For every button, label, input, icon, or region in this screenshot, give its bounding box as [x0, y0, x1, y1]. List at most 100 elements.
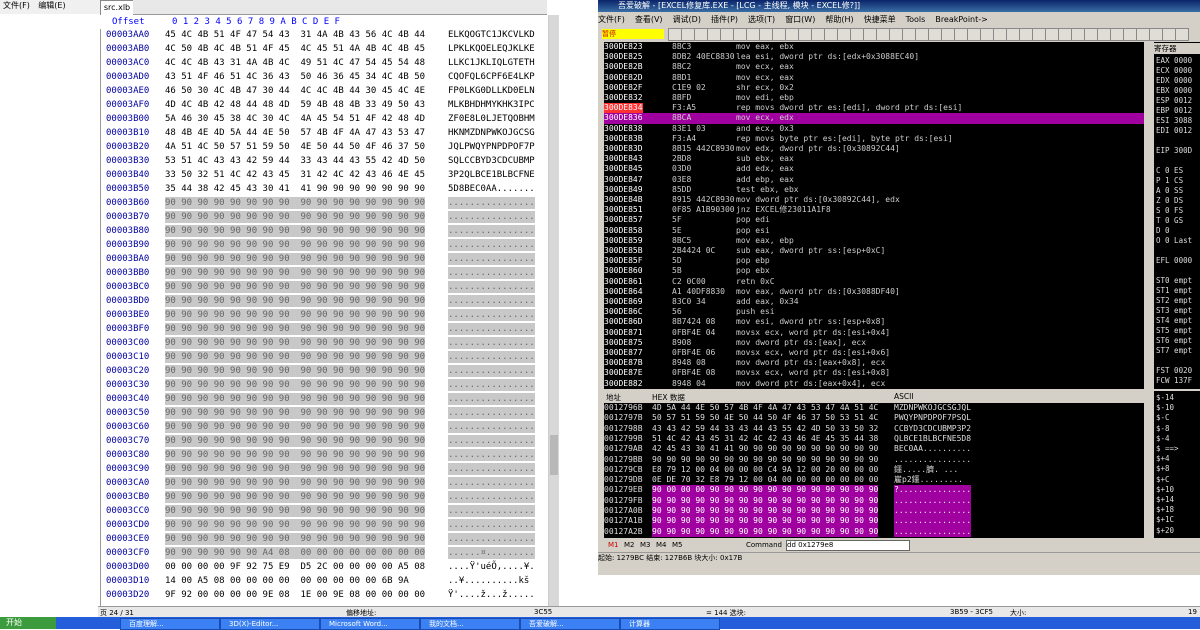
disasm-row[interactable]: 300DE843 2BD8 sub ebx, eax — [604, 154, 1144, 165]
hex-row[interactable]: 00003CE0 90 90 90 90 90 90 90 90 90 90 90… — [100, 533, 548, 545]
register-line[interactable]: ST7 empt — [1156, 346, 1192, 355]
disasm-row[interactable]: 300DE836 8BCA mov ecx, edx — [604, 113, 1144, 124]
toolbar-button[interactable] — [954, 28, 968, 41]
register-line[interactable]: C 0 ES — [1156, 166, 1183, 175]
disasm-row[interactable]: 300DE851 0F85 A1B90300 jnz EXCEL修23011A1F8 — [604, 205, 1144, 216]
row-ascii[interactable]: ................ — [448, 337, 535, 349]
register-line[interactable]: EBP 0012 — [1156, 106, 1192, 115]
register-line[interactable]: P 1 CS — [1156, 176, 1183, 185]
row-ascii[interactable]: ................ — [448, 519, 535, 531]
hex-row[interactable]: 00003B80 90 90 90 90 90 90 90 90 90 90 90… — [100, 225, 548, 237]
disasm-row[interactable]: 300DE823 8BC3 mov eax, ebx — [604, 42, 1144, 53]
row-ascii[interactable]: ................ — [448, 267, 535, 279]
hex-row[interactable]: 00003B20 4A 51 4C 50 57 51 59 50 4E 50 44… — [100, 141, 548, 153]
row-hex-bytes[interactable]: 5A 46 30 45 38 4C 30 4C 4A 45 54 51 4F 4… — [165, 113, 425, 125]
row-ascii[interactable]: ELKQOGTC1JKCVLKD — [448, 29, 535, 41]
toolbar-button[interactable] — [915, 28, 929, 41]
disassembly-scrollbar[interactable] — [1144, 42, 1154, 389]
hex-row[interactable]: 00003C00 90 90 90 90 90 90 90 90 90 90 90… — [100, 337, 548, 349]
taskbar-task[interactable]: 吾爱破解... — [520, 618, 620, 630]
row-hex-bytes[interactable]: 46 50 30 4C 4B 47 30 44 4C 4C 4B 44 30 4… — [165, 85, 425, 97]
hex-row[interactable]: 00003AE0 46 50 30 4C 4B 47 30 44 4C 4C 4B… — [100, 85, 548, 97]
disasm-row[interactable]: 300DE825 8DB2 40EC8830 lea esi, dword ptr … — [604, 52, 1144, 63]
toolbar-button[interactable] — [1071, 28, 1085, 41]
hex-row[interactable]: 00003C70 90 90 90 90 90 90 90 90 90 90 90… — [100, 435, 548, 447]
hex-row[interactable]: 00003BD0 90 90 90 90 90 90 90 90 90 90 90… — [100, 295, 548, 307]
disasm-row[interactable]: 300DE834 F3:A5 rep movs dword ptr es:[edi]… — [604, 103, 1144, 114]
row-hex-bytes[interactable]: 90 90 90 90 90 90 90 90 90 90 90 90 90 9… — [165, 323, 426, 335]
hex-row[interactable]: 00003AA0 45 4C 4B 51 4F 47 54 43 31 4A 4B… — [100, 29, 548, 41]
register-line[interactable]: ST4 empt — [1156, 316, 1192, 325]
register-line[interactable]: ESI 3088 — [1156, 116, 1192, 125]
hex-row[interactable]: 00003B40 33 50 32 51 4C 42 43 45 31 42 4C… — [100, 169, 548, 181]
row-ascii[interactable]: 3P2QLBCE1BLBCFNE — [448, 169, 535, 181]
toolbar-button[interactable] — [720, 28, 734, 41]
scroll-track[interactable] — [549, 15, 559, 607]
row-ascii[interactable]: ................ — [448, 253, 535, 265]
row-ascii[interactable]: ................ — [448, 491, 535, 503]
row-hex-bytes[interactable]: 90 90 90 90 90 90 90 90 90 90 90 90 90 9… — [165, 491, 426, 503]
register-line[interactable]: FCW 137F — [1156, 376, 1192, 385]
menu-edit[interactable]: 编辑(E) — [38, 1, 65, 10]
disasm-row[interactable]: 300DE86D 8B7424 08 mov esi, dword ptr ss:[… — [604, 317, 1144, 328]
taskbar-task[interactable]: 我的文档... — [420, 618, 520, 630]
hex-row[interactable]: 00003D00 00 00 00 00 9F 92 75 E9 D5 2C 00… — [100, 561, 548, 573]
row-ascii[interactable]: ................ — [448, 463, 535, 475]
stack-line[interactable]: $+1C — [1156, 515, 1174, 524]
row-hex-bytes[interactable]: 90 90 90 90 90 90 90 90 90 90 90 90 90 9… — [165, 421, 426, 433]
memory-dump-pane[interactable]: 0012796B 4D 5A 44 4E 50 57 4B 4F 4A 47 43… — [604, 403, 1144, 538]
debugger-menu-item[interactable]: 选项(T) — [748, 15, 775, 24]
stack-line[interactable]: $+20 — [1156, 526, 1174, 535]
disasm-row[interactable]: 300DE877 0FBF4E 06 movsx ecx, word ptr ds:… — [604, 348, 1144, 359]
row-ascii[interactable]: LPKLKQOELEQJKLKE — [448, 43, 535, 55]
debugger-menu-item[interactable]: 快捷菜单 — [864, 15, 896, 24]
debugger-menu-item[interactable]: 调试(D) — [673, 15, 701, 24]
taskbar-task[interactable]: Microsoft Word... — [320, 618, 420, 630]
toolbar-button[interactable] — [824, 28, 838, 41]
stack-line[interactable]: $-C — [1156, 413, 1170, 422]
toolbar-button[interactable] — [798, 28, 812, 41]
register-line[interactable]: ESP 0012 — [1156, 96, 1192, 105]
toolbar-button[interactable] — [980, 28, 994, 41]
disasm-row[interactable]: 300DE838 83E1 03 and ecx, 0x3 — [604, 124, 1144, 135]
toolbar-button[interactable] — [707, 28, 721, 41]
debugger-menu-item[interactable]: 窗口(W) — [785, 15, 815, 24]
dump-row[interactable]: 001279AB 42 45 43 30 41 41 90 90 90 90 90… — [604, 444, 1144, 455]
toolbar-button[interactable] — [863, 28, 877, 41]
toolbar-button[interactable] — [1162, 28, 1176, 41]
dump-tab-m1[interactable]: M1 — [608, 541, 619, 549]
register-line[interactable]: EAX 0000 — [1156, 56, 1192, 65]
disasm-row[interactable]: 300DE864 A1 40DF8830 mov eax, dword ptr ds… — [604, 287, 1144, 298]
toolbar-button[interactable] — [785, 28, 799, 41]
scroll-thumb[interactable] — [550, 435, 558, 475]
row-ascii[interactable]: ................ — [448, 435, 535, 447]
dump-row[interactable]: 001279CB E8 79 12 00 04 00 00 00 C4 9A 12… — [604, 465, 1144, 476]
file-tab[interactable]: src.xlb — [100, 0, 134, 15]
row-ascii[interactable]: ................ — [448, 407, 535, 419]
toolbar-button[interactable] — [694, 28, 708, 41]
dump-row[interactable]: 001279BB 90 90 90 90 90 90 90 90 90 90 90… — [604, 455, 1144, 466]
disasm-row[interactable]: 300DE83B F3:A4 rep movs byte ptr es:[edi],… — [604, 134, 1144, 145]
register-line[interactable]: Z 0 DS — [1156, 196, 1183, 205]
register-line[interactable]: ST3 empt — [1156, 306, 1192, 315]
hex-row[interactable]: 00003C80 90 90 90 90 90 90 90 90 90 90 90… — [100, 449, 548, 461]
disasm-row[interactable]: 300DE847 03E8 add ebp, eax — [604, 175, 1144, 186]
row-ascii[interactable]: ................ — [448, 533, 535, 545]
disasm-row[interactable]: 300DE859 8BC5 mov eax, ebp — [604, 236, 1144, 247]
register-line[interactable]: ST2 empt — [1156, 296, 1192, 305]
dump-row[interactable]: 0012798B 43 43 42 59 44 33 43 44 43 55 42… — [604, 424, 1144, 435]
register-line[interactable]: EIP 300D — [1156, 146, 1192, 155]
row-hex-bytes[interactable]: 53 51 4C 43 43 42 59 44 33 43 44 43 55 4… — [165, 155, 425, 167]
hex-row[interactable]: 00003B50 35 44 38 42 45 43 30 41 41 90 90… — [100, 183, 548, 195]
hex-row[interactable]: 00003B00 5A 46 30 45 38 4C 30 4C 4A 45 54… — [100, 113, 548, 125]
hex-row[interactable]: 00003B60 90 90 90 90 90 90 90 90 90 90 90… — [100, 197, 548, 209]
dump-tab-m2[interactable]: M2 — [624, 541, 635, 549]
disasm-row[interactable]: 300DE87B 8948 08 mov dword ptr ds:[eax+0x8… — [604, 358, 1144, 369]
disasm-row[interactable]: 300DE858 5E pop esi — [604, 226, 1144, 237]
hex-row[interactable]: 00003C60 90 90 90 90 90 90 90 90 90 90 90… — [100, 421, 548, 433]
toolbar-button[interactable] — [1097, 28, 1111, 41]
row-hex-bytes[interactable]: 90 90 90 90 90 90 90 90 90 90 90 90 90 9… — [165, 309, 426, 321]
register-line[interactable]: A 0 SS — [1156, 186, 1183, 195]
dump-row[interactable]: 00127A0B 90 90 90 90 90 90 90 90 90 90 90… — [604, 506, 1144, 517]
toolbar-button[interactable] — [941, 28, 955, 41]
